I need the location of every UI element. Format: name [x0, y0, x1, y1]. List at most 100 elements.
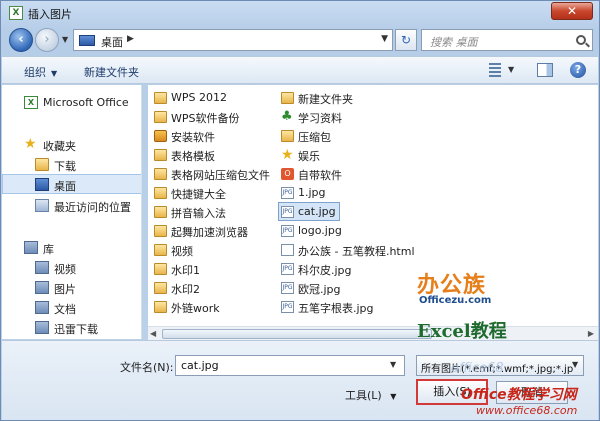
list-item-selected[interactable]: JPG cat.jpg — [278, 202, 340, 221]
sidebar-item-label: 迅雷下载 — [54, 323, 98, 336]
address-text[interactable]: 桌面 — [101, 34, 123, 50]
folder-icon — [154, 206, 167, 218]
file-name: 压缩包 — [298, 131, 331, 144]
forward-button[interactable]: › — [35, 28, 59, 52]
folder-icon — [154, 187, 167, 199]
sidebar-item-documents[interactable]: 文档 — [2, 298, 141, 318]
tools-button[interactable]: 工具(L) ▼ — [345, 387, 396, 403]
recent-icon — [35, 199, 49, 212]
back-button[interactable]: ‹ — [9, 28, 33, 52]
file-list: WPS 2012 WPS软件备份 安装软件 表格模板 表格网站压缩包文件 快捷键… — [148, 85, 598, 339]
file-name: 表格网站压缩包文件 — [171, 169, 270, 182]
sidebar-item-label: Microsoft Office — [43, 96, 129, 109]
sidebar-item-label: 图片 — [54, 283, 76, 296]
folder-icon — [154, 92, 167, 104]
sidebar-item-videos[interactable]: 视频 — [2, 258, 141, 278]
file-name: 自带软件 — [298, 169, 342, 182]
history-dropdown-icon[interactable]: ▼ — [62, 35, 68, 44]
officezu-watermark: 办公族 Officezu.com Excel教程 — [387, 267, 517, 351]
file-name: 视频 — [171, 245, 193, 258]
sidebar-item-label: 桌面 — [54, 180, 76, 193]
search-placeholder[interactable]: 搜索 桌面 — [430, 34, 478, 50]
file-name: WPS软件备份 — [171, 112, 240, 125]
folder-icon — [281, 92, 294, 104]
file-name: 起舞加速浏览器 — [171, 226, 248, 239]
desktop-icon — [79, 35, 95, 46]
chevron-down-icon: ▼ — [51, 69, 58, 78]
sidebar-item-desktop[interactable]: 桌面 — [2, 174, 141, 194]
scroll-left-icon[interactable]: ◀ — [150, 329, 156, 338]
navigation-pane: X Microsoft Office ★ 收藏夹 下载 桌面 最近访问的位置 库… — [2, 85, 142, 339]
insert-picture-dialog: X 插入图片 ✕ ‹ › ▼ 桌面 ▶ ▼ ↻ 搜索 桌面 组织 ▼ 新建文件夹 … — [0, 0, 600, 421]
search-icon[interactable] — [576, 35, 586, 45]
scroll-right-icon[interactable]: ▶ — [588, 329, 594, 338]
sidebar-item-recent-places[interactable]: 最近访问的位置 — [2, 196, 141, 216]
horizontal-scrollbar[interactable]: ◀ ▶ — [148, 326, 598, 340]
sidebar-item-favorites[interactable]: ★ 收藏夹 — [2, 135, 141, 155]
sidebar-item-xunlei-downloads[interactable]: 迅雷下载 — [2, 318, 141, 338]
app-icon: O — [281, 168, 294, 180]
tree-icon: ♣ — [281, 109, 293, 124]
file-name: 安装软件 — [171, 131, 215, 144]
picture-library-icon — [35, 281, 49, 294]
new-folder-button[interactable]: 新建文件夹 — [84, 64, 139, 80]
sidebar-item-pictures[interactable]: 图片 — [2, 278, 141, 298]
command-toolbar: 组织 ▼ 新建文件夹 ▼ ? — [2, 56, 598, 84]
folder-icon — [154, 225, 167, 237]
document-library-icon — [35, 301, 49, 314]
file-name: logo.jpg — [298, 224, 342, 237]
jpg-file-icon: JPG — [281, 263, 294, 275]
sidebar-item-label: 最近访问的位置 — [54, 201, 131, 214]
sidebar-item-label: 库 — [43, 243, 54, 256]
folder-icon — [281, 130, 294, 142]
html-file-icon — [281, 244, 294, 256]
sidebar-item-downloads[interactable]: 下载 — [2, 155, 141, 175]
help-icon[interactable]: ? — [570, 62, 586, 78]
filename-input[interactable] — [175, 355, 405, 376]
tools-label: 工具(L) — [345, 389, 382, 402]
file-name: 外链work — [171, 302, 220, 315]
folder-icon — [154, 149, 167, 161]
download-library-icon — [35, 321, 49, 334]
jpg-file-icon: JPG — [281, 282, 294, 294]
file-name: 1.jpg — [298, 186, 326, 199]
sidebar-item-label: 文档 — [54, 303, 76, 316]
folder-icon — [35, 158, 49, 171]
address-dropdown-icon[interactable]: ▼ — [381, 34, 388, 44]
watermark-brand-sub: Officezu.com — [419, 295, 492, 306]
view-dropdown-icon[interactable]: ▼ — [508, 65, 514, 74]
sidebar-item-label: 下载 — [54, 160, 76, 173]
preview-pane-icon[interactable] — [537, 63, 553, 77]
refresh-button[interactable]: ↻ — [395, 29, 417, 51]
jpg-file-icon: JPG — [281, 187, 294, 199]
watermark-site-name: Office教程学习网 — [461, 387, 577, 403]
file-name: 快捷键大全 — [171, 188, 226, 201]
jpg-file-icon: JPG — [281, 225, 294, 237]
sidebar-item-libraries[interactable]: 库 — [2, 238, 141, 258]
folder-icon — [154, 168, 167, 180]
sidebar-item-label: 收藏夹 — [43, 140, 76, 153]
excel-app-icon: X — [9, 6, 23, 20]
file-name: 表格模板 — [171, 150, 215, 163]
filetype-dropdown-icon[interactable]: ▼ — [572, 360, 578, 369]
filename-label: 文件名(N): — [120, 361, 174, 374]
file-name: 学习资料 — [298, 112, 342, 125]
folder-icon — [154, 282, 167, 294]
chevron-down-icon: ▼ — [390, 392, 397, 401]
close-button[interactable]: ✕ — [551, 2, 593, 20]
view-options-icon[interactable] — [489, 63, 501, 77]
filename-dropdown-icon[interactable]: ▼ — [390, 360, 396, 369]
organize-label: 组织 — [24, 66, 46, 79]
address-bar[interactable]: 桌面 ▶ ▼ — [73, 29, 393, 51]
file-name: 欧冠.jpg — [298, 283, 341, 296]
breadcrumb-arrow-icon[interactable]: ▶ — [127, 34, 134, 44]
watermark-excel: Excel教程 — [417, 321, 507, 342]
folder-icon — [154, 111, 167, 123]
file-name: 水印2 — [171, 283, 200, 296]
organize-button[interactable]: 组织 ▼ — [24, 64, 57, 80]
sidebar-item-microsoft-office[interactable]: X Microsoft Office — [2, 93, 141, 113]
file-name: 拼音输入法 — [171, 207, 226, 220]
folder-icon — [154, 244, 167, 256]
search-box[interactable]: 搜索 桌面 — [421, 29, 593, 51]
jpg-file-icon: JPG — [281, 301, 294, 313]
